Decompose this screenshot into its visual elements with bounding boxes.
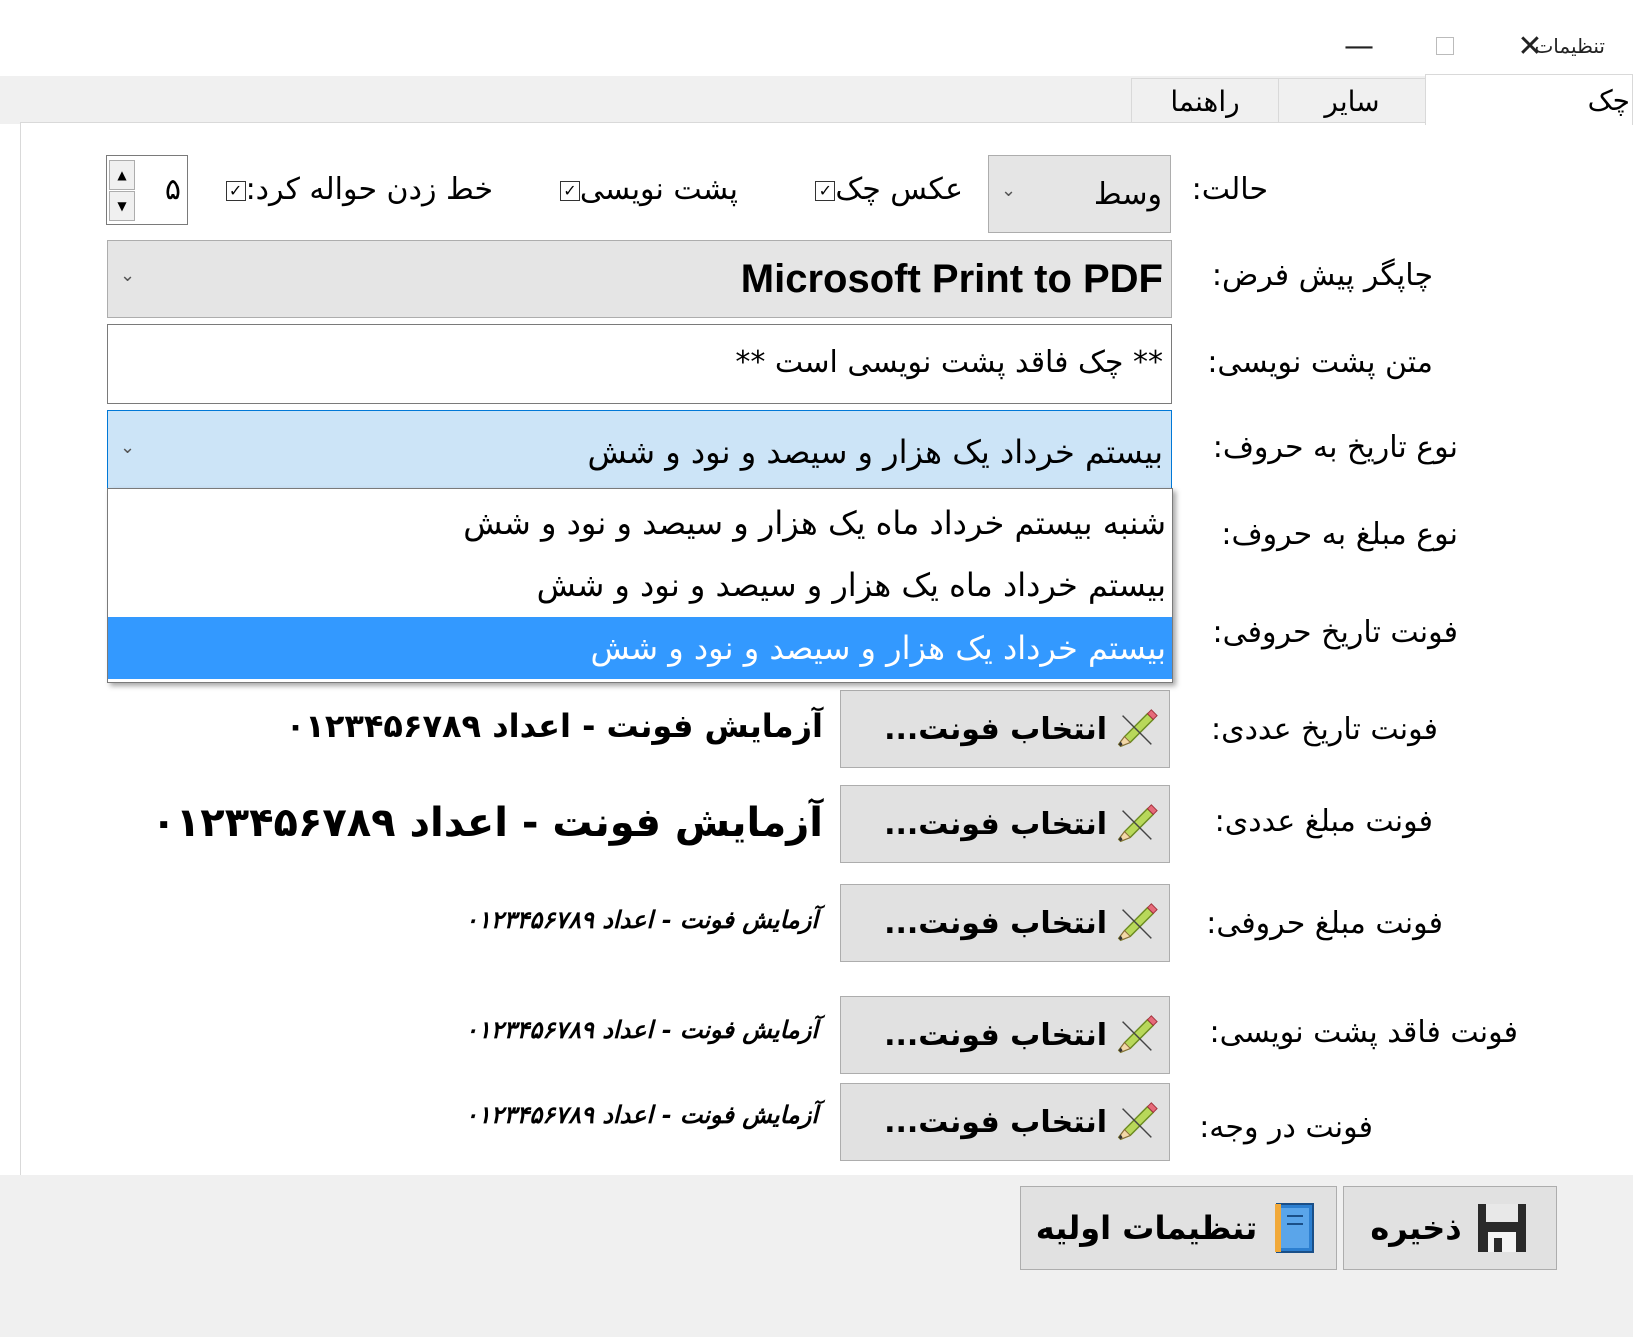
photo-checkbox[interactable]: عکس چک✓: [805, 172, 963, 207]
choose-font-button-label: انتخاب فونت...: [884, 1017, 1107, 1053]
date-words-dropdown-list: شنبه بیستم خرداد ماه یک هزار و سیصد و نو…: [107, 488, 1173, 683]
photo-checkbox-label: عکس چک: [835, 172, 963, 207]
amount-numeric-font-sample: آزمایش فونت - اعداد ۰۱۲۳۴۵۶۷۸۹: [151, 800, 823, 846]
choose-font-button[interactable]: انتخاب فونت...: [840, 1083, 1170, 1161]
pencil-icon: [1118, 709, 1158, 747]
choose-font-button[interactable]: انتخاب فونت...: [840, 996, 1170, 1074]
date-words-value: بیستم خرداد یک هزار و سیصد و نود و شش: [587, 433, 1163, 471]
tab-check[interactable]: چک: [1425, 74, 1633, 125]
tab-help[interactable]: راهنما: [1131, 78, 1279, 124]
tab-other-label: سایر: [1324, 85, 1380, 118]
amount-words-font-sample: آزمایش فونت - اعداد ۰۱۲۳۴۵۶۷۸۹: [464, 905, 818, 934]
chevron-down-icon: ⌄: [1001, 180, 1017, 201]
dropdown-option[interactable]: بیستم خرداد ماه یک هزار و سیصد و نود و ش…: [108, 554, 1172, 616]
back-checkbox-label: پشت نویسی: [579, 172, 738, 207]
date-words-select[interactable]: بیستم خرداد یک هزار و سیصد و نود و شش ⌄: [107, 410, 1172, 489]
spin-up-icon[interactable]: ▲: [109, 160, 135, 190]
payee-font-sample: آزمایش فونت - اعداد ۰۱۲۳۴۵۶۷۸۹: [464, 1100, 818, 1129]
endorse-text-label: متن پشت نویسی:: [1207, 345, 1433, 380]
mode-select[interactable]: وسط ⌄: [988, 155, 1171, 233]
choose-font-button[interactable]: انتخاب فونت...: [840, 884, 1170, 962]
pencil-icon: [1118, 1015, 1158, 1053]
pencil-icon: [1118, 903, 1158, 941]
minimize-icon[interactable]: —: [1334, 22, 1384, 70]
strike-checkbox[interactable]: خط زدن حواله کرد:✓: [216, 172, 493, 207]
choose-font-button-label: انتخاب فونت...: [884, 806, 1107, 842]
check-icon: ✓: [815, 180, 836, 201]
tab-other[interactable]: سایر: [1278, 78, 1426, 124]
save-icon: [1477, 1204, 1526, 1252]
printer-label: چاپگر پیش فرض:: [1211, 258, 1433, 293]
dropdown-option[interactable]: شنبه بیستم خرداد ماه یک هزار و سیصد و نو…: [108, 492, 1172, 554]
date-numeric-font-sample: آزمایش فونت - اعداد ۰۱۲۳۴۵۶۷۸۹: [285, 707, 823, 745]
strike-count-spinner[interactable]: ▲ ▼ ۵: [106, 155, 188, 225]
payee-font-label: فونت در وجه:: [1199, 1110, 1373, 1145]
maximize-icon[interactable]: [1420, 22, 1470, 70]
date-numeric-font-label: فونت تاریخ عددی:: [1210, 712, 1438, 747]
mode-value: وسط: [1093, 176, 1162, 212]
choose-font-button-label: انتخاب فونت...: [884, 711, 1107, 747]
mode-label: حالت:: [1191, 172, 1268, 207]
pencil-icon: [1118, 804, 1158, 842]
date-words-label: نوع تاریخ به حروف:: [1212, 430, 1458, 465]
tab-check-label: چک: [1587, 83, 1630, 117]
chevron-down-icon: ⌄: [120, 437, 136, 458]
choose-font-button[interactable]: انتخاب فونت...: [840, 785, 1170, 863]
endorse-text-value: ** چک فاقد پشت نویسی است **: [735, 345, 1163, 380]
default-settings-button[interactable]: تنظیمات اولیه: [1020, 1186, 1337, 1270]
save-button[interactable]: ذخیره: [1343, 1186, 1557, 1270]
close-icon[interactable]: ✕: [1505, 22, 1555, 70]
save-button-label: ذخیره: [1370, 1209, 1462, 1247]
amount-words-font-label: فونت مبلغ حروفی:: [1206, 906, 1443, 941]
printer-select[interactable]: Microsoft Print to PDF ⌄: [107, 240, 1172, 318]
strike-checkbox-label: خط زدن حواله کرد:: [245, 172, 493, 207]
pencil-icon: [1118, 1102, 1158, 1140]
chevron-down-icon: ⌄: [120, 265, 136, 286]
endorse-text-input[interactable]: ** چک فاقد پشت نویسی است **: [107, 324, 1172, 404]
dropdown-option-selected[interactable]: بیستم خرداد یک هزار و سیصد و نود و شش: [108, 617, 1172, 679]
no-endorse-font-label: فونت فاقد پشت نویسی:: [1209, 1015, 1518, 1050]
date-font-words-label: فونت تاریخ حروفی:: [1212, 615, 1458, 650]
choose-font-button-label: انتخاب فونت...: [884, 905, 1107, 941]
check-icon: ✓: [225, 180, 246, 201]
amount-words-label: نوع مبلغ به حروف:: [1221, 517, 1458, 552]
back-checkbox[interactable]: پشت نویسی✓: [550, 172, 738, 207]
tab-help-label: راهنما: [1170, 85, 1240, 118]
printer-value: Microsoft Print to PDF: [740, 256, 1163, 301]
choose-font-button-label: انتخاب فونت...: [884, 1104, 1107, 1140]
choose-font-button[interactable]: انتخاب فونت...: [840, 690, 1170, 768]
default-settings-button-label: تنظیمات اولیه: [1035, 1209, 1258, 1247]
no-endorse-font-sample: آزمایش فونت - اعداد ۰۱۲۳۴۵۶۷۸۹: [464, 1015, 818, 1044]
check-icon: ✓: [559, 180, 580, 201]
book-icon: [1275, 1203, 1315, 1253]
spin-down-icon[interactable]: ▼: [109, 191, 135, 221]
amount-numeric-font-label: فونت مبلغ عددی:: [1214, 804, 1433, 839]
title-bar: تنظیمات — ✕: [0, 0, 1633, 84]
strike-count-value: ۵: [164, 172, 181, 207]
